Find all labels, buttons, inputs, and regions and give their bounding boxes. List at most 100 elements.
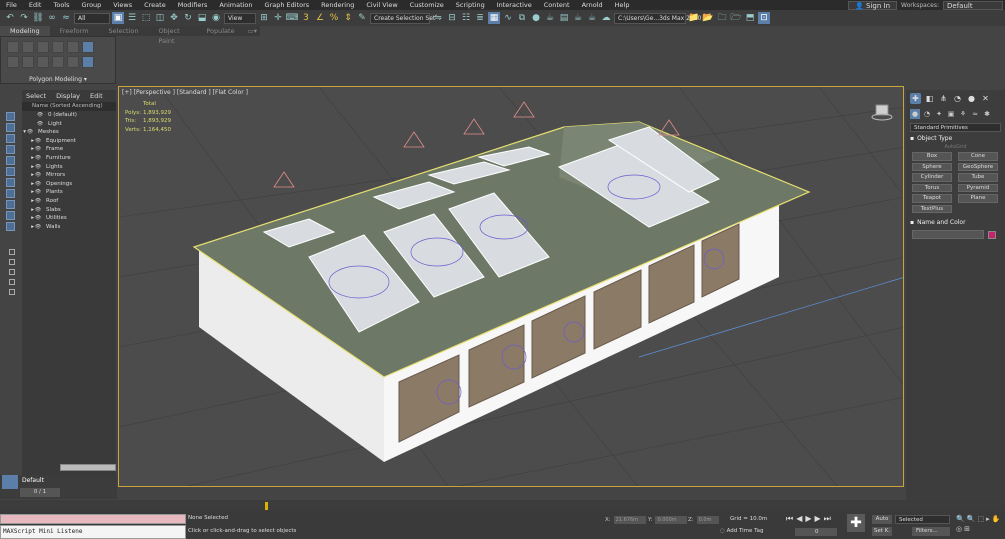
cone-button[interactable]: Cone xyxy=(958,152,998,161)
ribbon-tool-button[interactable] xyxy=(22,56,34,68)
select-move-icon[interactable]: ✥ xyxy=(168,12,180,24)
tube-button[interactable]: Tube xyxy=(958,173,998,182)
textplus-button[interactable]: TextPlus xyxy=(912,204,952,213)
pyramid-button[interactable]: Pyramid xyxy=(958,183,998,192)
time-slider[interactable]: 0 / 1 xyxy=(20,488,60,497)
sync-selection-icon[interactable] xyxy=(9,279,15,285)
filter-bones-icon[interactable] xyxy=(6,200,15,209)
menu-civil-view[interactable]: Civil View xyxy=(360,1,403,9)
explorer-tree-row[interactable]: ▸ 👁 Equipment xyxy=(22,137,116,146)
explorer-tree-row[interactable]: ▾ 👁 Meshes xyxy=(22,128,116,137)
maxscript-listener-input[interactable] xyxy=(0,514,186,524)
expand-arrow-icon[interactable]: ▸ xyxy=(22,206,34,215)
explorer-tree-row[interactable]: 👁 Light xyxy=(22,120,116,129)
schematic-view-icon[interactable]: ⧉ xyxy=(516,12,528,24)
explorer-horizontal-scrollbar[interactable] xyxy=(60,464,116,471)
menu-arnold[interactable]: Arnold xyxy=(576,1,609,9)
hierarchy-tab-icon[interactable]: ⋔ xyxy=(938,93,949,104)
visibility-eye-icon[interactable]: 👁 xyxy=(34,206,42,215)
rendered-frame-window-icon[interactable]: ▤ xyxy=(558,12,570,24)
play-icon[interactable]: ▶ xyxy=(805,514,811,524)
snaps-toggle-icon[interactable]: 3 xyxy=(300,12,312,24)
pivot-center-icon[interactable]: ⊞ xyxy=(258,12,270,24)
zoom-extents-icon[interactable]: ⬚ xyxy=(977,515,984,523)
tab-selection[interactable]: Selection xyxy=(99,26,149,36)
teapot-button[interactable]: Teapot xyxy=(912,194,952,203)
box-button[interactable]: Box xyxy=(912,152,952,161)
cylinder-button[interactable]: Cylinder xyxy=(912,173,952,182)
ribbon-tool-button[interactable] xyxy=(37,41,49,53)
tab-object-paint[interactable]: Object Paint xyxy=(149,26,197,45)
filter-lights-icon[interactable] xyxy=(6,134,15,143)
object-name-input[interactable] xyxy=(912,230,984,239)
menu-graph-editors[interactable]: Graph Editors xyxy=(259,1,316,9)
go-to-start-icon[interactable]: ⏮ xyxy=(786,514,793,524)
helpers-icon[interactable]: ⚘ xyxy=(958,109,968,119)
ribbon-tool-button[interactable] xyxy=(52,41,64,53)
curve-editor-icon[interactable]: ∿ xyxy=(502,12,514,24)
select-none-icon[interactable] xyxy=(9,259,15,265)
expand-arrow-icon[interactable]: ▸ xyxy=(22,188,34,197)
explorer-tree-row[interactable]: 👁 0 (default) xyxy=(22,111,116,120)
explorer-menu-display[interactable]: Display xyxy=(56,92,80,100)
expand-arrow-icon[interactable]: ▸ xyxy=(22,180,34,189)
time-slider-marker[interactable] xyxy=(265,502,268,510)
menu-scripting[interactable]: Scripting xyxy=(450,1,491,9)
menu-customize[interactable]: Customize xyxy=(404,1,450,9)
filter-geometry-icon[interactable] xyxy=(6,112,15,121)
zoom-all-icon[interactable]: 🔍 xyxy=(967,515,976,523)
ribbon-tool-button[interactable] xyxy=(7,56,19,68)
select-scale-icon[interactable]: ⬓ xyxy=(196,12,208,24)
go-to-end-icon[interactable]: ⏭ xyxy=(824,514,831,524)
key-filters-button[interactable]: Filters... xyxy=(912,527,950,536)
display-tab-icon[interactable]: ● xyxy=(966,93,977,104)
expand-arrow-icon[interactable]: ▸ xyxy=(22,145,34,154)
ribbon-tool-button[interactable] xyxy=(22,41,34,53)
tab-freeform[interactable]: Freeform xyxy=(50,26,99,36)
previous-frame-icon[interactable]: ◀ xyxy=(796,514,802,524)
layer-explorer-icon[interactable] xyxy=(2,475,18,489)
asset-folder-icon[interactable]: 🗁 xyxy=(730,12,742,24)
render-iterative-icon[interactable]: ☕ xyxy=(586,12,598,24)
x-input[interactable]: 21.676m xyxy=(613,516,646,524)
viewport-label[interactable]: [+] [Perspective ] [Standard ] [Flat Col… xyxy=(122,89,248,96)
workspaces-dropdown[interactable]: Default xyxy=(943,0,1003,10)
filter-frozen-icon[interactable] xyxy=(6,222,15,231)
spacewarps-icon[interactable]: ≈ xyxy=(970,109,980,119)
menu-modifiers[interactable]: Modifiers xyxy=(172,1,214,9)
menu-animation[interactable]: Animation xyxy=(213,1,258,9)
select-by-name-icon[interactable]: ☰ xyxy=(126,12,138,24)
plane-button[interactable]: Plane xyxy=(958,194,998,203)
ribbon-tool-button[interactable] xyxy=(37,56,49,68)
visibility-eye-icon[interactable]: 👁 xyxy=(34,154,42,163)
timeline-track[interactable] xyxy=(0,500,1005,511)
mirror-icon[interactable]: ⇋ xyxy=(432,12,444,24)
visibility-eye-icon[interactable]: 👁 xyxy=(34,137,42,146)
ribbon-tool-button[interactable] xyxy=(67,41,79,53)
explorer-column-header[interactable]: Name (Sorted Ascending) xyxy=(22,102,116,111)
next-frame-icon[interactable]: ▶ xyxy=(815,514,821,524)
polygon-modeling-label[interactable]: Polygon Modeling ▾ xyxy=(1,76,115,83)
visibility-eye-icon[interactable]: 👁 xyxy=(26,128,34,137)
expand-arrow-icon[interactable]: ▸ xyxy=(22,171,34,180)
tab-populate[interactable]: Populate xyxy=(196,26,244,36)
menu-rendering[interactable]: Rendering xyxy=(315,1,360,9)
select-object-icon[interactable]: ▣ xyxy=(112,12,124,24)
menu-views[interactable]: Views xyxy=(107,1,138,9)
render-production-icon[interactable]: ☕ xyxy=(572,12,584,24)
named-selection-dropdown[interactable]: Create Selection Set xyxy=(370,12,435,24)
current-layer-label[interactable]: Default xyxy=(22,477,44,484)
recent-folder-icon[interactable]: 📂 xyxy=(702,12,714,24)
modify-tab-icon[interactable]: ◧ xyxy=(924,93,935,104)
auto-key-button[interactable]: Auto xyxy=(872,515,892,524)
explorer-tree-row[interactable]: ▸ 👁 Openings xyxy=(22,180,116,189)
explorer-tree-row[interactable]: ▸ 👁 Furniture xyxy=(22,154,116,163)
lock-cell-icon[interactable] xyxy=(9,289,15,295)
visibility-eye-icon[interactable]: 👁 xyxy=(34,214,42,223)
motion-tab-icon[interactable]: ◔ xyxy=(952,93,963,104)
selection-filter-dropdown[interactable]: All xyxy=(74,12,110,24)
filter-spacewarps-icon[interactable] xyxy=(6,167,15,176)
toggle-scene-explorer-icon[interactable]: ☷ xyxy=(460,12,472,24)
visibility-eye-icon[interactable]: 👁 xyxy=(34,180,42,189)
sphere-button[interactable]: Sphere xyxy=(912,162,952,171)
